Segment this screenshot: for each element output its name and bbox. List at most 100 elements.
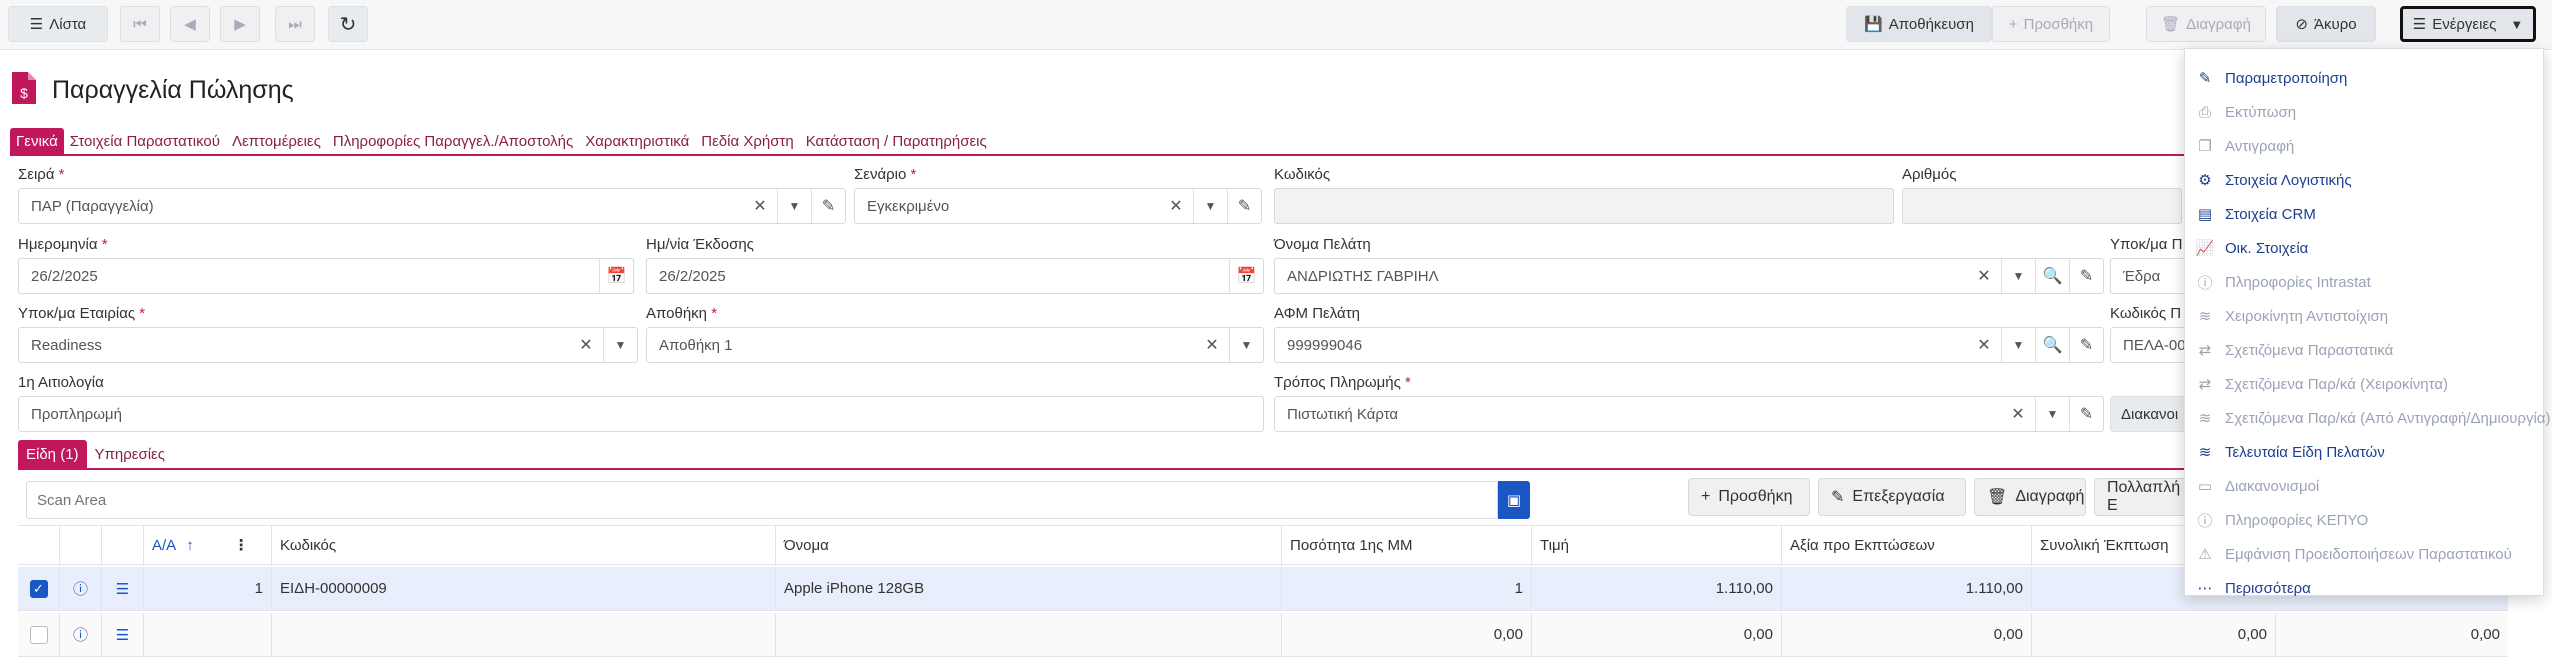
grid-delete-button[interactable]: 🗑 Διαγραφή (1974, 478, 2086, 516)
menu-item-related-manual[interactable]: ⇄ Σχετιζόμενα Παρ/κά (Χειροκίνητα) (2195, 367, 2448, 401)
save-button[interactable]: 💾 Αποθήκευση (1846, 6, 1992, 42)
actions-dropdown-button[interactable]: ☰ Ενέργειες ▼ (2400, 6, 2536, 42)
tab-general[interactable]: Γενικά (10, 128, 64, 154)
previous-record-button[interactable]: ◀ (170, 6, 210, 42)
info-icon[interactable]: ⓘ (73, 578, 88, 599)
clear-icon[interactable]: ✕ (569, 328, 603, 362)
clear-icon[interactable]: ✕ (2001, 397, 2035, 431)
calendar-icon[interactable]: 📅 (599, 259, 633, 293)
column-header-price[interactable]: Τιμή (1532, 526, 1782, 564)
menu-item-manual-matching[interactable]: ≋ Χειροκίνητη Αντιστοίχιση (2195, 299, 2388, 333)
menu-item-related-docs[interactable]: ⇄ Σχετιζόμενα Παραστατικά (2195, 333, 2394, 367)
tab-user-fields[interactable]: Πεδία Χρήστη (695, 128, 799, 154)
checkbox-icon[interactable] (29, 625, 48, 644)
row-menu-icon[interactable]: ☰ (116, 580, 129, 598)
chevron-down-icon[interactable]: ▼ (2035, 397, 2069, 431)
customer-name-field[interactable]: ΑΝΔΡΙΩΤΗΣ ΓΑΒΡΙΗΛ ✕ ▼ 🔍 ✎ (1274, 258, 2104, 294)
chevron-down-icon[interactable]: ▼ (1229, 328, 1263, 362)
column-menu-icon[interactable]: ⋮ (234, 536, 249, 554)
menu-item-last-customer-items[interactable]: ≋ Τελευταία Είδη Πελατών (2195, 435, 2385, 469)
column-header-code[interactable]: Κωδικός (272, 526, 776, 564)
checkbox-checked-icon[interactable]: ✓ (29, 579, 48, 598)
table-row[interactable]: ✓ ⓘ ☰ 1 ΕΙΔΗ-00000009 Apple iPhone 128GB… (18, 567, 2508, 611)
menu-item-kepyo[interactable]: ⓘ Πληροφορίες ΚΕΠΥΟ (2195, 503, 2368, 537)
barcode-icon: ▣ (1506, 492, 1522, 509)
column-header-aa[interactable]: Α/Α ↑ ⋮ (144, 526, 272, 564)
chevron-down-icon[interactable]: ▼ (777, 189, 811, 223)
edit-icon[interactable]: ✎ (2069, 397, 2103, 431)
caret-down-icon: ▼ (2510, 16, 2524, 32)
date-field[interactable]: 26/2/2025 📅 (18, 258, 634, 294)
reason-value: Προπληρωμή (31, 405, 122, 423)
scenario-field[interactable]: Εγκεκριμένο ✕ ▼ ✎ (854, 188, 1262, 224)
tab-order-shipping[interactable]: Πληροφορίες Παραγγελ./Αποστολής (327, 128, 579, 154)
payment-field[interactable]: Πιστωτική Κάρτα ✕ ▼ ✎ (1274, 396, 2104, 432)
chevron-down-icon[interactable]: ▼ (2001, 259, 2035, 293)
search-icon[interactable]: 🔍 (2035, 328, 2069, 362)
chevron-down-icon[interactable]: ▼ (603, 328, 637, 362)
code-field[interactable] (1274, 188, 1894, 224)
sort-up-icon[interactable]: ↑ (186, 537, 194, 554)
warehouse-field[interactable]: Αποθήκη 1 ✕ ▼ (646, 327, 1264, 363)
tab-characteristics[interactable]: Χαρακτηριστικά (579, 128, 695, 154)
scan-area-input[interactable] (26, 481, 1498, 519)
menu-item-print[interactable]: ⎙ Εκτύπωση (2195, 95, 2296, 129)
tab-details[interactable]: Λεπτομέρειες (226, 128, 327, 154)
list-button[interactable]: ☰ Λίστα (8, 6, 108, 42)
tab-document-details[interactable]: Στοιχεία Παραστατικού (64, 128, 226, 154)
series-field[interactable]: ΠΑΡ (Παραγγελία) ✕ ▼ ✎ (18, 188, 846, 224)
actions-menu: ✎ Παραμετροποίηση ⎙ Εκτύπωση ❐ Αντιγραφή ⚙ Σ… (2184, 48, 2550, 597)
scan-button[interactable]: ▣ (1498, 481, 1530, 519)
info-icon[interactable]: ⓘ (73, 624, 88, 645)
menu-item-intrastat[interactable]: ⓘ Πληροφορίες Intrastat (2195, 265, 2370, 299)
clear-icon[interactable]: ✕ (1967, 328, 2001, 362)
edit-icon[interactable]: ✎ (1227, 189, 1261, 223)
add-button[interactable]: + Προσθήκη (1992, 6, 2110, 42)
table-row[interactable]: ⓘ ☰ 0,00 0,00 0,00 0,00 0,00 (18, 613, 2508, 657)
menu-item-accounting[interactable]: ⚙ Στοιχεία Λογιστικής (2195, 163, 2351, 197)
menu-item-copy[interactable]: ❐ Αντιγραφή (2195, 129, 2294, 163)
row-menu-icon[interactable]: ☰ (116, 626, 129, 644)
delete-button[interactable]: 🗑 Διαγραφή (2146, 6, 2266, 42)
search-icon[interactable]: 🔍 (2035, 259, 2069, 293)
customer-vat-field[interactable]: 999999046 ✕ ▼ 🔍 ✎ (1274, 327, 2104, 363)
menu-item-related-copy[interactable]: ≋ Σχετιζόμενα Παρ/κά (Από Αντιγραφή/Δημιο… (2195, 401, 2551, 435)
chevron-down-icon[interactable]: ▼ (1193, 189, 1227, 223)
clear-icon[interactable]: ✕ (1967, 259, 2001, 293)
column-header-value[interactable]: Αξία προ Εκπτώσεων (1782, 526, 2032, 564)
menu-item-more[interactable]: ⋯ Περισσότερα (2195, 571, 2311, 605)
clear-icon[interactable]: ✕ (1195, 328, 1229, 362)
company-branch-field[interactable]: Readiness ✕ ▼ (18, 327, 638, 363)
clear-icon[interactable]: ✕ (1159, 189, 1193, 223)
menu-item-crm[interactable]: ▤ Στοιχεία CRM (2195, 197, 2316, 231)
cell-price: 1.110,00 (1532, 567, 1782, 610)
clear-icon[interactable]: ✕ (743, 189, 777, 223)
issue-date-field[interactable]: 26/2/2025 📅 (646, 258, 1264, 294)
column-header-quantity[interactable]: Ποσότητα 1ης ΜΜ (1282, 526, 1532, 564)
plus-icon: + (1701, 488, 1711, 505)
next-record-button[interactable]: ▶ (220, 6, 260, 42)
tab-services[interactable]: Υπηρεσίες (87, 440, 173, 468)
refresh-button[interactable]: ↻ (328, 6, 368, 42)
number-field[interactable] (1902, 188, 2182, 224)
edit-icon[interactable]: ✎ (2069, 328, 2103, 362)
grid-add-button[interactable]: + Προσθήκη (1688, 478, 1810, 516)
column-header-name[interactable]: Όνομα (776, 526, 1282, 564)
scan-input[interactable] (37, 491, 1497, 509)
edit-icon[interactable]: ✎ (2069, 259, 2103, 293)
reason-field[interactable]: Προπληρωμή (18, 396, 1264, 432)
grid-multi-button[interactable]: Πολλαπλή Ε (2094, 478, 2194, 516)
calendar-icon[interactable]: 📅 (1229, 259, 1263, 293)
menu-item-customize[interactable]: ✎ Παραμετροποίηση (2195, 61, 2348, 95)
menu-item-settlements[interactable]: ▭ Διακανονισμοί (2195, 469, 2319, 503)
menu-item-financial[interactable]: 📈 Οικ. Στοιχεία (2195, 231, 2309, 265)
menu-item-warnings[interactable]: ⚠ Εμφάνιση Προειδοποιήσεων Παραστατικού (2195, 537, 2512, 571)
first-record-button[interactable]: ⏮ (120, 6, 160, 42)
tab-items[interactable]: Είδη (1) (18, 440, 87, 468)
cancel-button[interactable]: ⊘ Άκυρο (2276, 6, 2376, 42)
last-record-button[interactable]: ⏭ (275, 6, 315, 42)
tab-status-notes[interactable]: Κατάσταση / Παρατηρήσεις (800, 128, 993, 154)
grid-edit-button[interactable]: ✎ Επεξεργασία (1818, 478, 1966, 516)
chevron-down-icon[interactable]: ▼ (2001, 328, 2035, 362)
edit-icon[interactable]: ✎ (811, 189, 845, 223)
